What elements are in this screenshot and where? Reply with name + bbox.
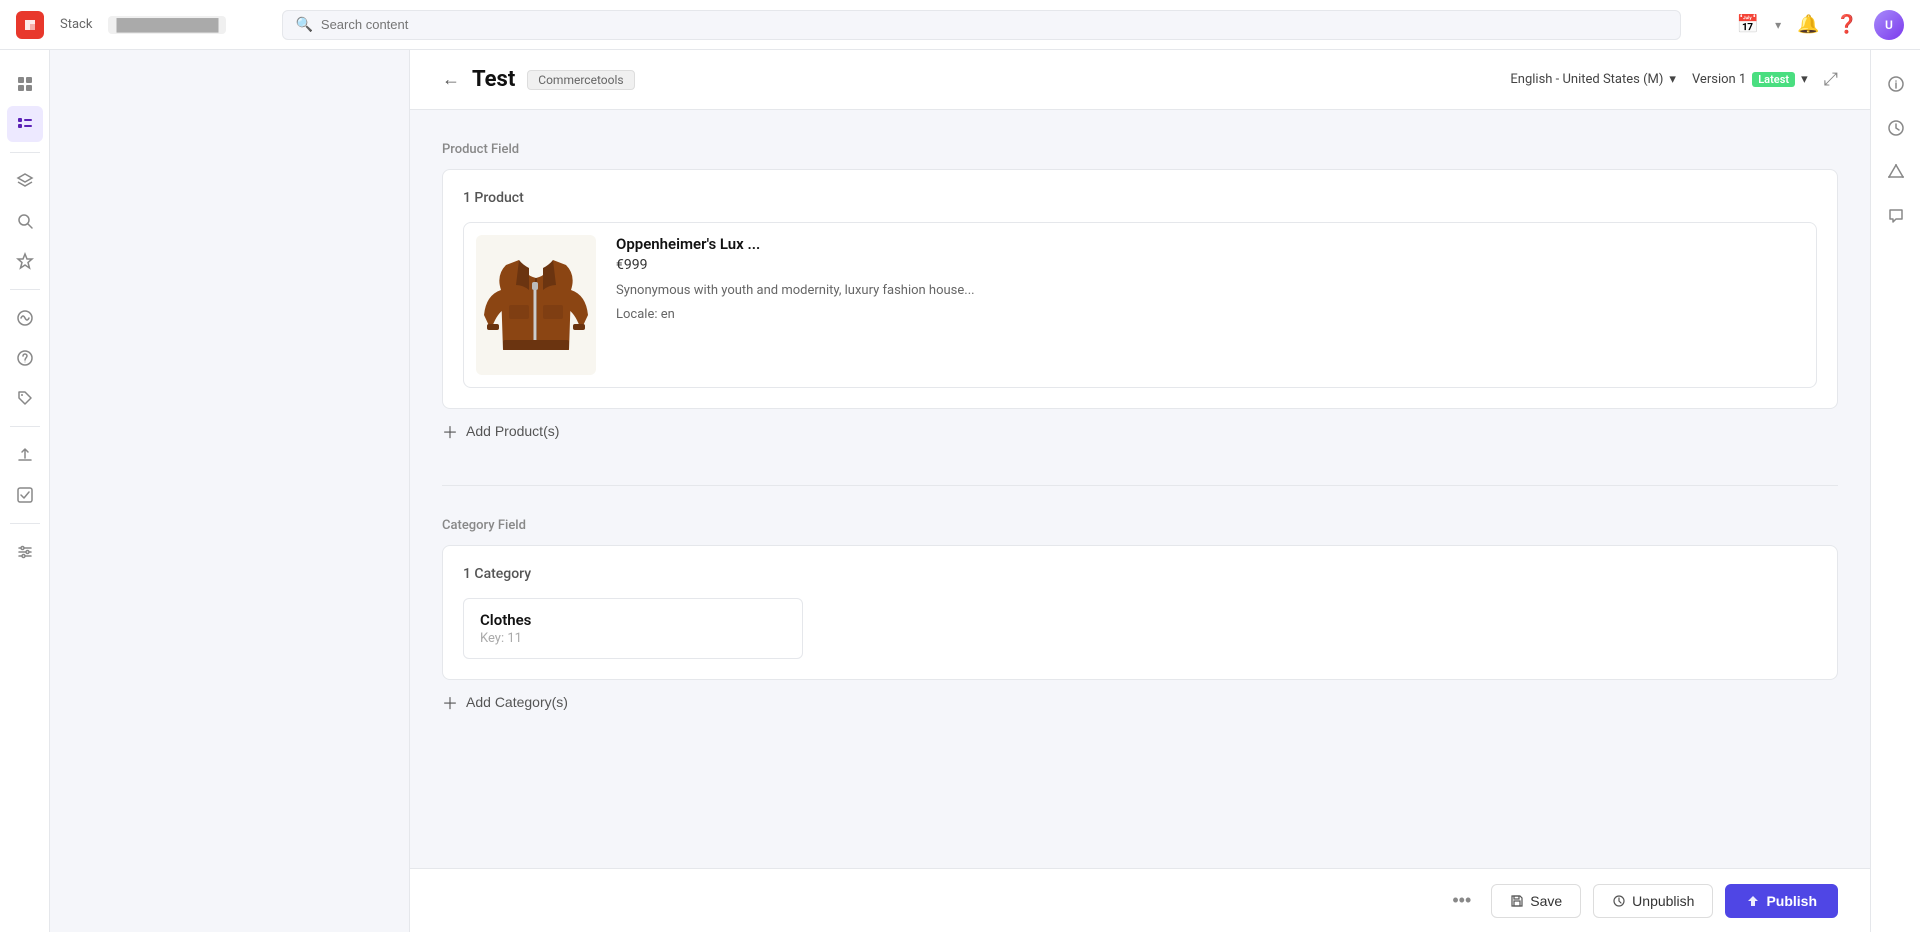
sidebar-item-check[interactable] (7, 477, 43, 513)
back-button[interactable]: ← (442, 69, 460, 90)
add-product-label: Add Product(s) (466, 423, 559, 439)
avatar[interactable]: U (1874, 10, 1904, 40)
sidebar-divider-4 (10, 523, 40, 524)
version-label: Version 1 (1692, 72, 1746, 87)
sidebar-item-coin[interactable] (7, 340, 43, 376)
sidebar-item-list[interactable] (7, 106, 43, 142)
section-divider (442, 485, 1838, 486)
sidebar-item-layers[interactable] (7, 163, 43, 199)
sidebar-rail (0, 50, 50, 932)
product-card: 1 Product (442, 169, 1838, 409)
product-description: Synonymous with youth and modernity, lux… (616, 281, 1804, 301)
lang-dropdown-icon: ▾ (1669, 72, 1676, 87)
transform-icon[interactable] (1878, 154, 1914, 190)
sidebar-item-grid[interactable] (7, 66, 43, 102)
category-item: Clothes Key: 11 (463, 598, 803, 659)
category-field-section: Category Field 1 Category Clothes Key: 1… (442, 518, 1838, 724)
sidebar-divider-2 (10, 289, 40, 290)
save-label: Save (1530, 893, 1562, 909)
unpublish-icon (1612, 894, 1626, 908)
publish-icon (1746, 894, 1760, 908)
sidebar-item-activity[interactable] (7, 300, 43, 336)
sidebar-item-upload[interactable] (7, 437, 43, 473)
topnav-right: 📅 ▾ 🔔 ❓ U (1737, 10, 1904, 40)
app-logo (16, 11, 44, 39)
page-title: Test (472, 67, 515, 92)
product-count: 1 Product (463, 190, 1817, 206)
product-name: Oppenheimer's Lux ... (616, 235, 1804, 253)
category-key: Key: 11 (480, 631, 786, 646)
product-locale: Locale: en (616, 307, 1804, 322)
content-badge: Commercetools (527, 70, 634, 90)
expand-icon[interactable]: ⤢ (1824, 69, 1838, 90)
sidebar-divider-3 (10, 426, 40, 427)
sidebar-item-tag[interactable] (7, 380, 43, 416)
app-name: Stack (60, 17, 92, 32)
add-category-button[interactable]: ＋ Add Category(s) (442, 680, 568, 724)
category-count: 1 Category (463, 566, 1817, 582)
bottom-toolbar: ••• Save Unpublish Publish (410, 868, 1870, 932)
version-dropdown-icon: ▾ (1801, 72, 1808, 87)
help-icon[interactable]: ❓ (1836, 14, 1858, 35)
unpublish-label: Unpublish (1632, 893, 1694, 909)
latest-badge: Latest (1752, 72, 1795, 87)
publish-button[interactable]: Publish (1725, 884, 1838, 918)
product-price: €999 (616, 257, 1804, 273)
product-item: Oppenheimer's Lux ... €999 Synonymous wi… (463, 222, 1817, 388)
dropdown-icon[interactable]: ▾ (1775, 18, 1781, 32)
more-options-button[interactable]: ••• (1444, 882, 1479, 919)
content-header: ← Test Commercetools English - United St… (410, 50, 1870, 110)
category-card: 1 Category Clothes Key: 11 (442, 545, 1838, 680)
unpublish-button[interactable]: Unpublish (1593, 884, 1713, 918)
sidebar-divider-1 (10, 152, 40, 153)
main-content: ← Test Commercetools English - United St… (410, 50, 1870, 932)
add-product-icon: ＋ (442, 419, 458, 443)
sidebar-item-star[interactable] (7, 243, 43, 279)
save-icon (1510, 894, 1524, 908)
save-button[interactable]: Save (1491, 884, 1581, 918)
history-icon[interactable] (1878, 110, 1914, 146)
add-category-icon: ＋ (442, 690, 458, 714)
category-field-label: Category Field (442, 518, 1838, 533)
search-input[interactable] (321, 17, 1668, 32)
product-field-section: Product Field 1 Product (442, 142, 1838, 453)
breadcrumb: ████████████ (108, 16, 226, 34)
version-selector[interactable]: Version 1 Latest ▾ (1692, 72, 1808, 87)
search-bar[interactable]: 🔍 (282, 10, 1680, 40)
product-field-label: Product Field (442, 142, 1838, 157)
add-product-button[interactable]: ＋ Add Product(s) (442, 409, 559, 453)
category-name: Clothes (480, 611, 786, 629)
right-rail (1870, 50, 1920, 932)
content-header-left: ← Test Commercetools (442, 67, 635, 92)
content-body: Product Field 1 Product (410, 110, 1870, 856)
content-header-right: English - United States (M) ▾ Version 1 … (1510, 69, 1838, 90)
add-category-label: Add Category(s) (466, 694, 568, 710)
publish-label: Publish (1766, 893, 1817, 909)
info-icon[interactable] (1878, 66, 1914, 102)
comment-icon[interactable] (1878, 198, 1914, 234)
product-info: Oppenheimer's Lux ... €999 Synonymous wi… (616, 235, 1804, 322)
calendar-icon[interactable]: 📅 (1737, 14, 1759, 35)
product-image (476, 235, 596, 375)
language-label: English - United States (M) (1510, 72, 1663, 87)
search-icon: 🔍 (295, 17, 312, 33)
sidebar-item-search[interactable] (7, 203, 43, 239)
sidebar-item-sliders[interactable] (7, 534, 43, 570)
top-navigation: Stack ████████████ 🔍 📅 ▾ 🔔 ❓ U (0, 0, 1920, 50)
sidebar-panel (50, 50, 410, 932)
language-selector[interactable]: English - United States (M) ▾ (1510, 72, 1676, 87)
bell-icon[interactable]: 🔔 (1797, 14, 1819, 35)
